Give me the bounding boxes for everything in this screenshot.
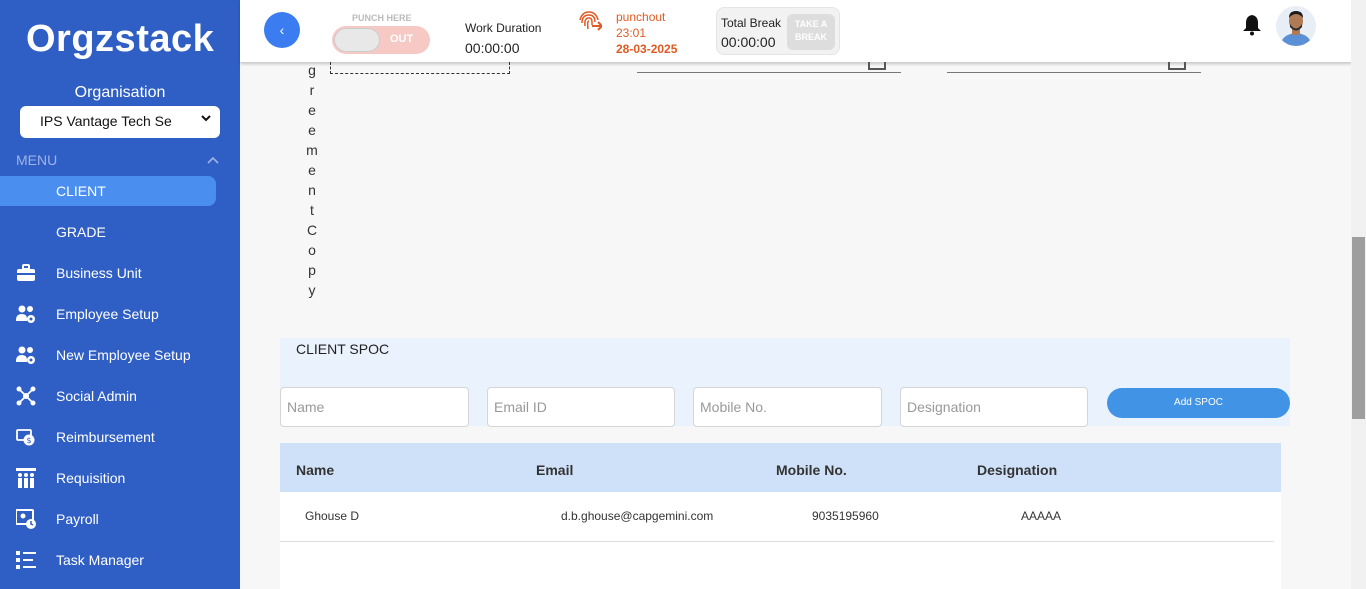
sidebar-item-client[interactable]: CLIENT bbox=[0, 176, 216, 206]
calendar-icon[interactable] bbox=[868, 62, 886, 70]
vertical-char: r bbox=[309, 82, 315, 98]
work-duration-label: Work Duration bbox=[465, 21, 542, 35]
sidebar-item-label: GRADE bbox=[56, 224, 106, 240]
sidebar-item-reimbursement[interactable]: $ Reimbursement bbox=[0, 422, 216, 452]
chevron-down-icon bbox=[201, 115, 211, 122]
sidebar-item-social-admin[interactable]: Social Admin bbox=[0, 381, 216, 411]
svg-text:$: $ bbox=[26, 436, 31, 445]
vertical-char: m bbox=[306, 142, 318, 158]
agreement-copy-label: g r e e m e n t C o p y bbox=[304, 60, 320, 300]
sidebar-item-label: Employee Setup bbox=[56, 306, 159, 322]
sidebar-item-label: Business Unit bbox=[56, 265, 142, 281]
add-spoc-button[interactable]: Add SPOC bbox=[1107, 388, 1290, 418]
punch-here-label: PUNCH HERE bbox=[352, 13, 412, 23]
end-date-field[interactable] bbox=[947, 72, 1201, 73]
notification-bell-icon[interactable] bbox=[1242, 14, 1262, 36]
total-break-value: 00:00:00 bbox=[721, 34, 776, 50]
vertical-char: t bbox=[310, 202, 314, 218]
collapse-sidebar-button[interactable]: ‹ bbox=[264, 12, 300, 48]
vertical-char: e bbox=[308, 102, 316, 118]
user-avatar[interactable] bbox=[1276, 6, 1316, 46]
column-header: Name bbox=[296, 462, 335, 478]
sidebar-item-payroll[interactable]: Payroll bbox=[0, 504, 216, 534]
client-spoc-panel: CLIENT SPOC Name Email ID Mobile No. Des… bbox=[280, 338, 1290, 427]
client-spoc-title: CLIENT SPOC bbox=[296, 341, 390, 357]
sidebar-item-new-employee-setup[interactable]: New Employee Setup bbox=[0, 340, 216, 370]
sidebar-item-business-unit[interactable]: Business Unit bbox=[0, 258, 216, 288]
vertical-char: o bbox=[308, 242, 316, 258]
top-bar: ‹ PUNCH HERE OUT Work Duration 00:00:00 … bbox=[240, 0, 1352, 62]
sidebar-item-label: Reimbursement bbox=[56, 429, 155, 445]
menu-label: MENU bbox=[16, 152, 58, 168]
chevron-up-icon[interactable] bbox=[206, 155, 220, 165]
take-break-button[interactable]: TAKE A BREAK bbox=[787, 14, 835, 50]
table-header: Name Email Mobile No. Designation bbox=[280, 443, 1281, 492]
sidebar-item-label: Requisition bbox=[56, 470, 126, 486]
calendar-icon[interactable] bbox=[1168, 62, 1186, 70]
total-break-label: Total Break bbox=[721, 16, 782, 30]
punch-toggle-knob bbox=[334, 28, 380, 52]
sidebar-item-label: CLIENT bbox=[56, 183, 106, 199]
users-gear-icon bbox=[16, 346, 35, 364]
organisation-select-value: IPS Vantage Tech Se bbox=[40, 113, 172, 129]
column-header: Designation bbox=[977, 462, 1058, 478]
vertical-char: e bbox=[308, 162, 316, 178]
vertical-char: p bbox=[308, 262, 316, 278]
sidebar: Orgzstack Organisation IPS Vantage Tech … bbox=[0, 0, 240, 589]
scrollbar-thumb[interactable] bbox=[1352, 237, 1365, 419]
payroll-icon bbox=[16, 509, 36, 529]
punch-time: 23:01 bbox=[616, 26, 647, 40]
task-list-icon bbox=[16, 551, 36, 569]
vertical-char: g bbox=[308, 62, 316, 78]
vertical-char: n bbox=[308, 182, 316, 198]
spoc-email-input[interactable]: Email ID bbox=[487, 387, 675, 427]
punch-date: 28-03-2025 bbox=[616, 42, 678, 56]
vertical-char: y bbox=[308, 282, 316, 298]
organisation-label: Organisation bbox=[74, 84, 166, 101]
row-divider bbox=[280, 541, 1274, 542]
app-logo: Orgzstack bbox=[26, 18, 215, 60]
sidebar-item-employee-setup[interactable]: Employee Setup bbox=[0, 299, 216, 329]
fingerprint-icon bbox=[579, 11, 602, 31]
punch-toggle[interactable]: OUT bbox=[332, 26, 430, 54]
network-icon bbox=[16, 386, 36, 406]
sidebar-item-grade[interactable]: GRADE bbox=[0, 217, 216, 247]
cell-designation: AAAAA bbox=[1021, 509, 1062, 523]
cell-email: d.b.ghouse@capgemini.com bbox=[561, 509, 714, 523]
people-chart-icon bbox=[16, 468, 36, 488]
briefcase-icon bbox=[17, 264, 35, 281]
sidebar-item-task-manager[interactable]: Task Manager bbox=[0, 545, 216, 575]
spoc-table: Name Email Mobile No. Designation Ghouse… bbox=[280, 443, 1281, 589]
organisation-select[interactable]: IPS Vantage Tech Se bbox=[20, 106, 220, 138]
column-header: Email bbox=[536, 462, 574, 478]
total-break-box: Total Break 00:00:00 TAKE A BREAK bbox=[716, 7, 840, 55]
sidebar-item-label: New Employee Setup bbox=[56, 347, 191, 363]
sidebar-item-label: Task Manager bbox=[56, 552, 144, 568]
sidebar-item-requisition[interactable]: Requisition bbox=[0, 463, 216, 493]
vertical-scrollbar[interactable] bbox=[1351, 0, 1366, 589]
spoc-designation-input[interactable]: Designation bbox=[900, 387, 1088, 427]
vertical-char: C bbox=[306, 222, 318, 238]
punch-toggle-label: OUT bbox=[390, 33, 414, 45]
spoc-name-input[interactable]: Name bbox=[280, 387, 469, 427]
punch-status: punchout bbox=[616, 10, 666, 24]
vertical-char: e bbox=[308, 122, 316, 138]
money-icon: $ bbox=[16, 429, 35, 446]
sidebar-item-label: Payroll bbox=[56, 511, 99, 527]
agreement-upload-box[interactable] bbox=[330, 62, 510, 74]
start-date-field[interactable] bbox=[637, 72, 901, 73]
column-header: Mobile No. bbox=[776, 462, 847, 478]
cell-name: Ghouse D bbox=[305, 509, 360, 523]
sidebar-item-label: Social Admin bbox=[56, 388, 137, 404]
users-gear-icon bbox=[16, 305, 35, 323]
cell-mobile: 9035195960 bbox=[812, 509, 879, 523]
spoc-mobile-input[interactable]: Mobile No. bbox=[693, 387, 882, 427]
work-duration-value: 00:00:00 bbox=[465, 40, 520, 56]
